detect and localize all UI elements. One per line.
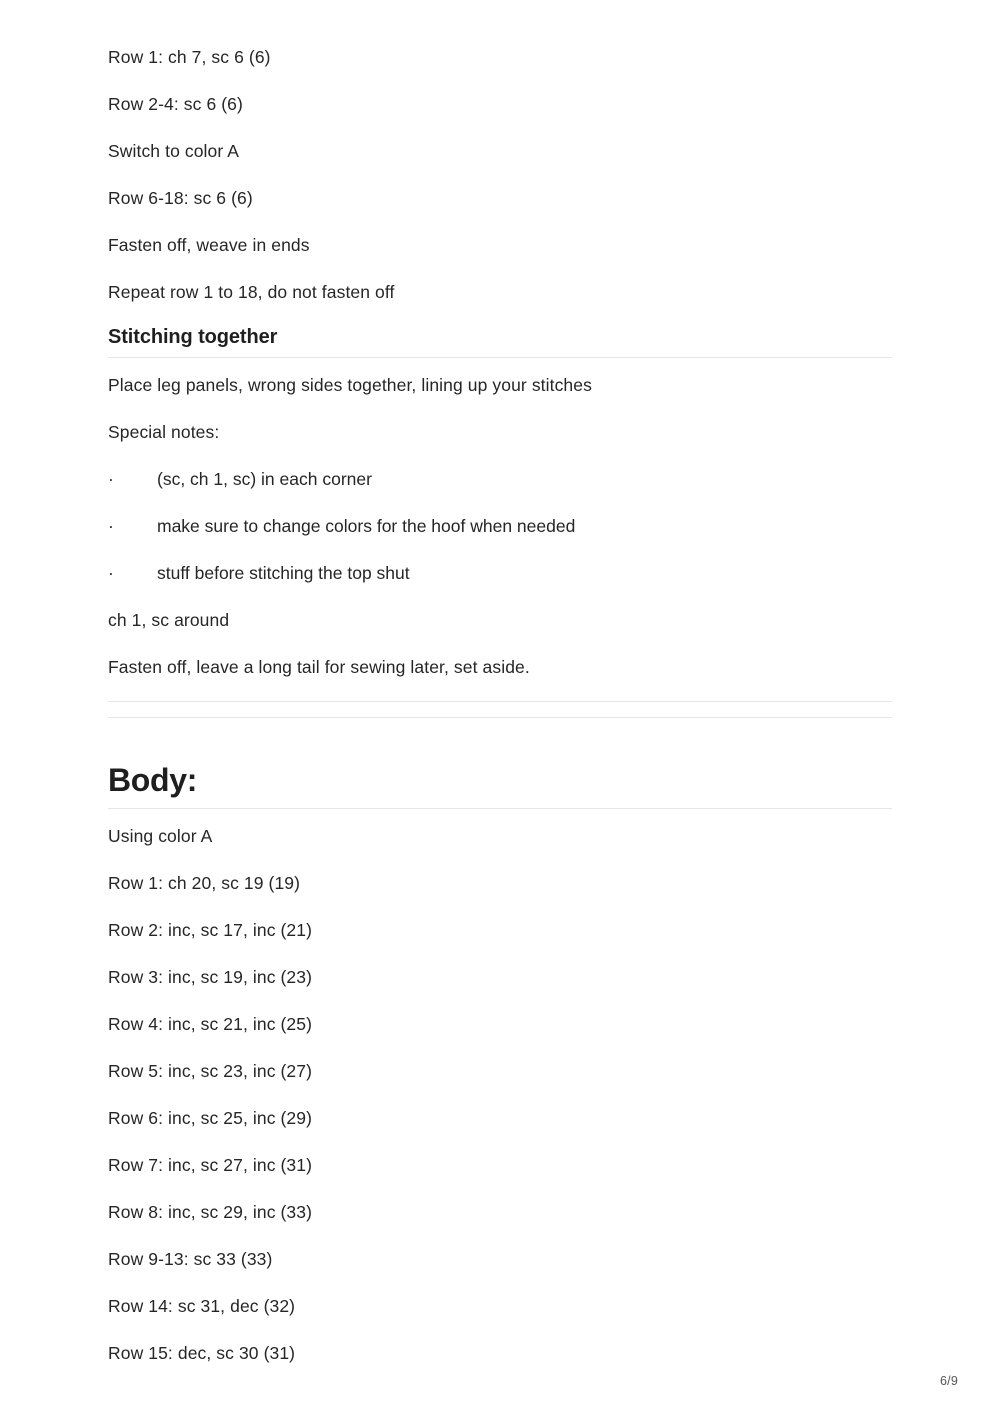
heading-divider xyxy=(108,808,892,809)
paragraph: Row 1: ch 7, sc 6 (6) xyxy=(108,47,271,67)
paragraph: Row 2-4: sc 6 (6) xyxy=(108,94,243,114)
list-item: · stuff before stitching the top shut xyxy=(108,560,892,586)
list-item-label: (sc, ch 1, sc) in each corner xyxy=(157,469,372,489)
paragraph: Row 6-18: sc 6 (6) xyxy=(108,188,253,208)
paragraph: Row 2: inc, sc 17, inc (21) xyxy=(108,920,313,940)
paragraph: Row 3: inc, sc 19, inc (23) xyxy=(108,967,313,987)
paragraph: Using color A xyxy=(108,826,213,846)
paragraph: Row 5: inc, sc 23, inc (27) xyxy=(108,1061,313,1081)
document-page: Row 1: ch 7, sc 6 (6) Row 2-4: sc 6 (6) … xyxy=(0,0,1000,1415)
paragraph: Row 15: dec, sc 30 (31) xyxy=(108,1343,296,1363)
paragraph: Row 8: inc, sc 29, inc (33) xyxy=(108,1202,313,1222)
heading-divider xyxy=(108,357,892,358)
list-item: · make sure to change colors for the hoo… xyxy=(108,513,892,539)
paragraph: Switch to color A xyxy=(108,141,240,161)
page-number: 6/9 xyxy=(940,1374,958,1388)
special-notes-label: Special notes: xyxy=(108,422,220,442)
list-item-label: stuff before stitching the top shut xyxy=(157,563,410,583)
section-divider-line-bottom xyxy=(108,717,892,718)
paragraph: Row 1: ch 20, sc 19 (19) xyxy=(108,873,301,893)
bullet-dot-icon: · xyxy=(108,563,114,583)
bullet-dot-icon: · xyxy=(108,516,114,536)
paragraph: Row 6: inc, sc 25, inc (29) xyxy=(108,1108,313,1128)
paragraph: Fasten off, leave a long tail for sewing… xyxy=(108,657,530,677)
list-item-label: make sure to change colors for the hoof … xyxy=(157,516,576,536)
paragraph: Row 7: inc, sc 27, inc (31) xyxy=(108,1155,313,1175)
paragraph: Fasten off, weave in ends xyxy=(108,235,310,255)
page-content: Row 1: ch 7, sc 6 (6) Row 2-4: sc 6 (6) … xyxy=(108,0,892,1366)
special-notes-list: · (sc, ch 1, sc) in each corner · make s… xyxy=(108,466,892,586)
paragraph: Row 14: sc 31, dec (32) xyxy=(108,1296,296,1316)
section-divider xyxy=(108,701,892,718)
section-heading-stitching-together: Stitching together xyxy=(108,326,278,348)
paragraph: Place leg panels, wrong sides together, … xyxy=(108,375,592,395)
bullet-dot-icon: · xyxy=(108,469,114,489)
section-divider-line-top xyxy=(108,701,892,702)
paragraph: Row 4: inc, sc 21, inc (25) xyxy=(108,1014,313,1034)
paragraph: Row 9-13: sc 33 (33) xyxy=(108,1249,273,1269)
section-heading-body: Body: xyxy=(108,762,198,798)
paragraph: Repeat row 1 to 18, do not fasten off xyxy=(108,282,395,302)
paragraph: ch 1, sc around xyxy=(108,610,230,630)
list-item: · (sc, ch 1, sc) in each corner xyxy=(108,466,892,492)
